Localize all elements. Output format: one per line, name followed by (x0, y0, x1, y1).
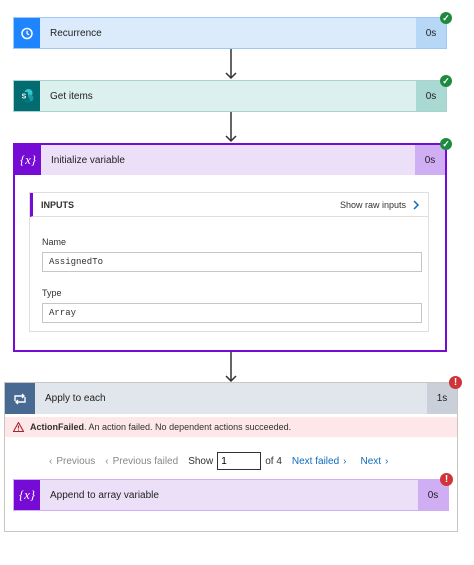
previous-button[interactable]: Previous (56, 456, 95, 467)
next-button[interactable]: Next (360, 456, 381, 467)
error-title: ActionFailed (30, 422, 85, 432)
svg-text:S: S (22, 94, 27, 101)
chevron-right-icon (413, 199, 420, 210)
error-message: . An action failed. No dependent actions… (84, 422, 292, 432)
show-label: Show (188, 455, 214, 467)
step-duration: 0s (415, 145, 445, 175)
flow-arrow (225, 49, 237, 80)
inputs-header[interactable]: INPUTS Show raw inputs (30, 193, 428, 217)
apply-to-each-card[interactable]: Apply to each 1s ActionFailed . An actio… (4, 382, 458, 532)
chevron-left-icon: ‹ (49, 455, 53, 467)
page-number-input[interactable] (217, 452, 262, 470)
initialize-variable-card[interactable]: {x} Initialize variable 0s INPUTS Show r… (13, 143, 447, 352)
warning-triangle-icon (13, 422, 24, 432)
checkmark-icon: ✓ (440, 12, 452, 24)
step-title: Append to array variable (50, 489, 159, 501)
sharepoint-icon: S (14, 81, 40, 111)
step-title: Get items (50, 90, 93, 102)
name-label: Name (42, 237, 67, 247)
step-title: Initialize variable (51, 154, 125, 166)
step-title: Recurrence (50, 27, 102, 39)
get-items-card[interactable]: S Get items 0s (13, 80, 447, 112)
next-failed-button[interactable]: Next failed (292, 456, 339, 467)
type-value-field: Array (42, 303, 422, 323)
exclamation-icon: ! (440, 473, 453, 486)
checkmark-icon: ✓ (440, 138, 452, 150)
loop-icon (5, 383, 35, 414)
previous-failed-button[interactable]: Previous failed (113, 456, 179, 467)
page-count-label: of 4 (265, 455, 282, 467)
chevron-left-icon: ‹ (105, 455, 109, 467)
variable-icon: {x} (15, 145, 41, 175)
error-banner: ActionFailed . An action failed. No depe… (5, 417, 457, 437)
variable-icon: {x} (14, 480, 40, 510)
flow-canvas: Recurrence 0s ✓ S Get items 0s ✓ {x} Ini… (0, 0, 474, 565)
inputs-panel: INPUTS Show raw inputs Name AssignedTo T… (29, 192, 429, 332)
flow-arrow (225, 352, 237, 383)
exclamation-icon: ! (449, 376, 462, 389)
inputs-label: INPUTS (41, 199, 75, 210)
type-label: Type (42, 288, 62, 298)
pagination-bar: ‹ Previous ‹ Previous failed Show of 4 N… (49, 452, 388, 470)
flow-arrow (225, 112, 237, 143)
name-value-field: AssignedTo (42, 252, 422, 272)
alarm-clock-icon (14, 18, 40, 48)
append-to-array-variable-card[interactable]: {x} Append to array variable 0s (13, 479, 449, 511)
step-title: Apply to each (45, 393, 106, 404)
show-raw-inputs-link[interactable]: Show raw inputs (340, 200, 406, 210)
chevron-right-icon: › (385, 455, 389, 467)
recurrence-card[interactable]: Recurrence 0s (13, 17, 447, 49)
checkmark-icon: ✓ (440, 75, 452, 87)
chevron-right-icon: › (343, 455, 347, 467)
